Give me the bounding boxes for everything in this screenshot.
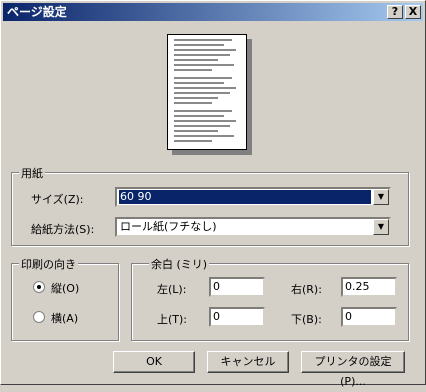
portrait-label[interactable]: 縦(O) bbox=[51, 280, 79, 296]
help-icon: ? bbox=[391, 5, 399, 18]
margin-left-label: 左(L): bbox=[157, 283, 187, 296]
cancel-button[interactable]: キャンセル bbox=[207, 351, 289, 373]
margin-top-input[interactable]: 0 bbox=[209, 307, 265, 327]
title-bar: ページ設定 ? X bbox=[3, 3, 423, 21]
close-icon: X bbox=[408, 5, 418, 18]
chevron-down-icon[interactable]: ▼ bbox=[373, 219, 389, 235]
close-button[interactable]: X bbox=[405, 5, 421, 19]
margin-top-label: 上(T): bbox=[157, 313, 188, 326]
landscape-radio[interactable] bbox=[33, 311, 45, 323]
chevron-down-icon[interactable]: ▼ bbox=[373, 189, 389, 205]
page-preview bbox=[167, 34, 253, 155]
page-setup-dialog: ページ設定 ? X 用紙 サイズ(Z): 60 90 ▼ 給紙方法(S): ロー… bbox=[0, 0, 426, 388]
margin-right-label: 右(R): bbox=[291, 283, 322, 296]
portrait-radio[interactable] bbox=[33, 281, 45, 293]
orientation-group bbox=[11, 263, 119, 341]
paper-group-label: 用紙 bbox=[19, 165, 45, 181]
preview-page bbox=[167, 34, 247, 150]
margins-group bbox=[131, 263, 409, 341]
window-title: ページ設定 bbox=[7, 5, 67, 19]
size-label: サイズ(Z): bbox=[31, 193, 84, 206]
orientation-group-label: 印刷の向き bbox=[19, 256, 78, 272]
margin-left-input[interactable]: 0 bbox=[209, 277, 265, 297]
landscape-label[interactable]: 横(A) bbox=[51, 310, 78, 326]
help-button[interactable]: ? bbox=[387, 5, 403, 19]
margin-bottom-label: 下(B): bbox=[291, 313, 322, 326]
size-select[interactable]: 60 90 ▼ bbox=[115, 187, 391, 207]
margin-bottom-input[interactable]: 0 bbox=[341, 307, 397, 327]
source-select[interactable]: ロール紙(フチなし) ▼ bbox=[115, 217, 391, 237]
printer-settings-button[interactable]: プリンタの設定(P)... bbox=[301, 351, 405, 388]
source-label: 給紙方法(S): bbox=[31, 223, 95, 236]
ok-button[interactable]: OK bbox=[113, 351, 195, 373]
radio-selected-dot bbox=[37, 285, 41, 289]
size-value: 60 90 bbox=[119, 190, 371, 204]
margin-right-input[interactable]: 0.25 bbox=[341, 277, 397, 297]
source-value: ロール紙(フチなし) bbox=[120, 220, 217, 233]
margins-group-label: 余白 (ミリ) bbox=[149, 256, 210, 272]
